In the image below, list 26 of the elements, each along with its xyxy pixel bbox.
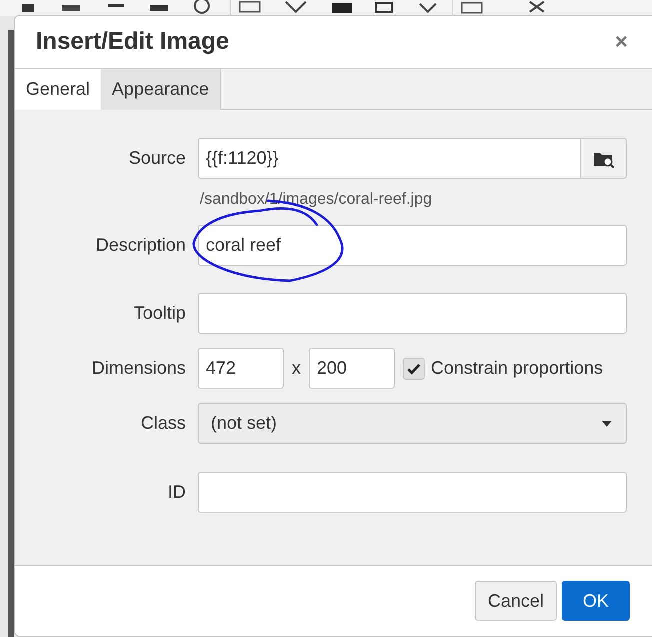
cancel-button[interactable]: Cancel [474,581,557,621]
close-button[interactable]: × [612,29,631,55]
source-field[interactable]: {{f:1120}} [198,138,581,179]
file-path: /sandbox/1/images/coral-reef.jpg [199,191,434,209]
tab[interactable]: Appearance [101,69,222,110]
width-field[interactable]: 472 [198,348,284,389]
height-field[interactable]: 200 [309,348,395,389]
ok-button[interactable]: OK [562,581,630,621]
tab[interactable]: General [15,69,102,110]
dimension-separator: x [292,358,301,379]
dialog-title: Insert/Edit Image [36,28,230,56]
text-field[interactable] [198,293,627,334]
class-dropdown[interactable]: (not set) [198,403,627,444]
field-label: Source [128,147,187,170]
field-label: Tooltip [132,302,187,325]
field-label: Description [94,234,187,257]
caret-icon [602,420,612,426]
check-icon [407,362,421,374]
field-label: ID [167,481,187,504]
field-label: Dimensions [90,357,187,380]
field-label: Class [140,412,187,435]
text-field[interactable]: coral reef [198,225,627,266]
browse-button[interactable] [581,138,627,179]
text-field[interactable] [198,472,627,513]
checkbox[interactable] [403,358,425,380]
checkbox-label: Constrain proportions [431,358,604,379]
